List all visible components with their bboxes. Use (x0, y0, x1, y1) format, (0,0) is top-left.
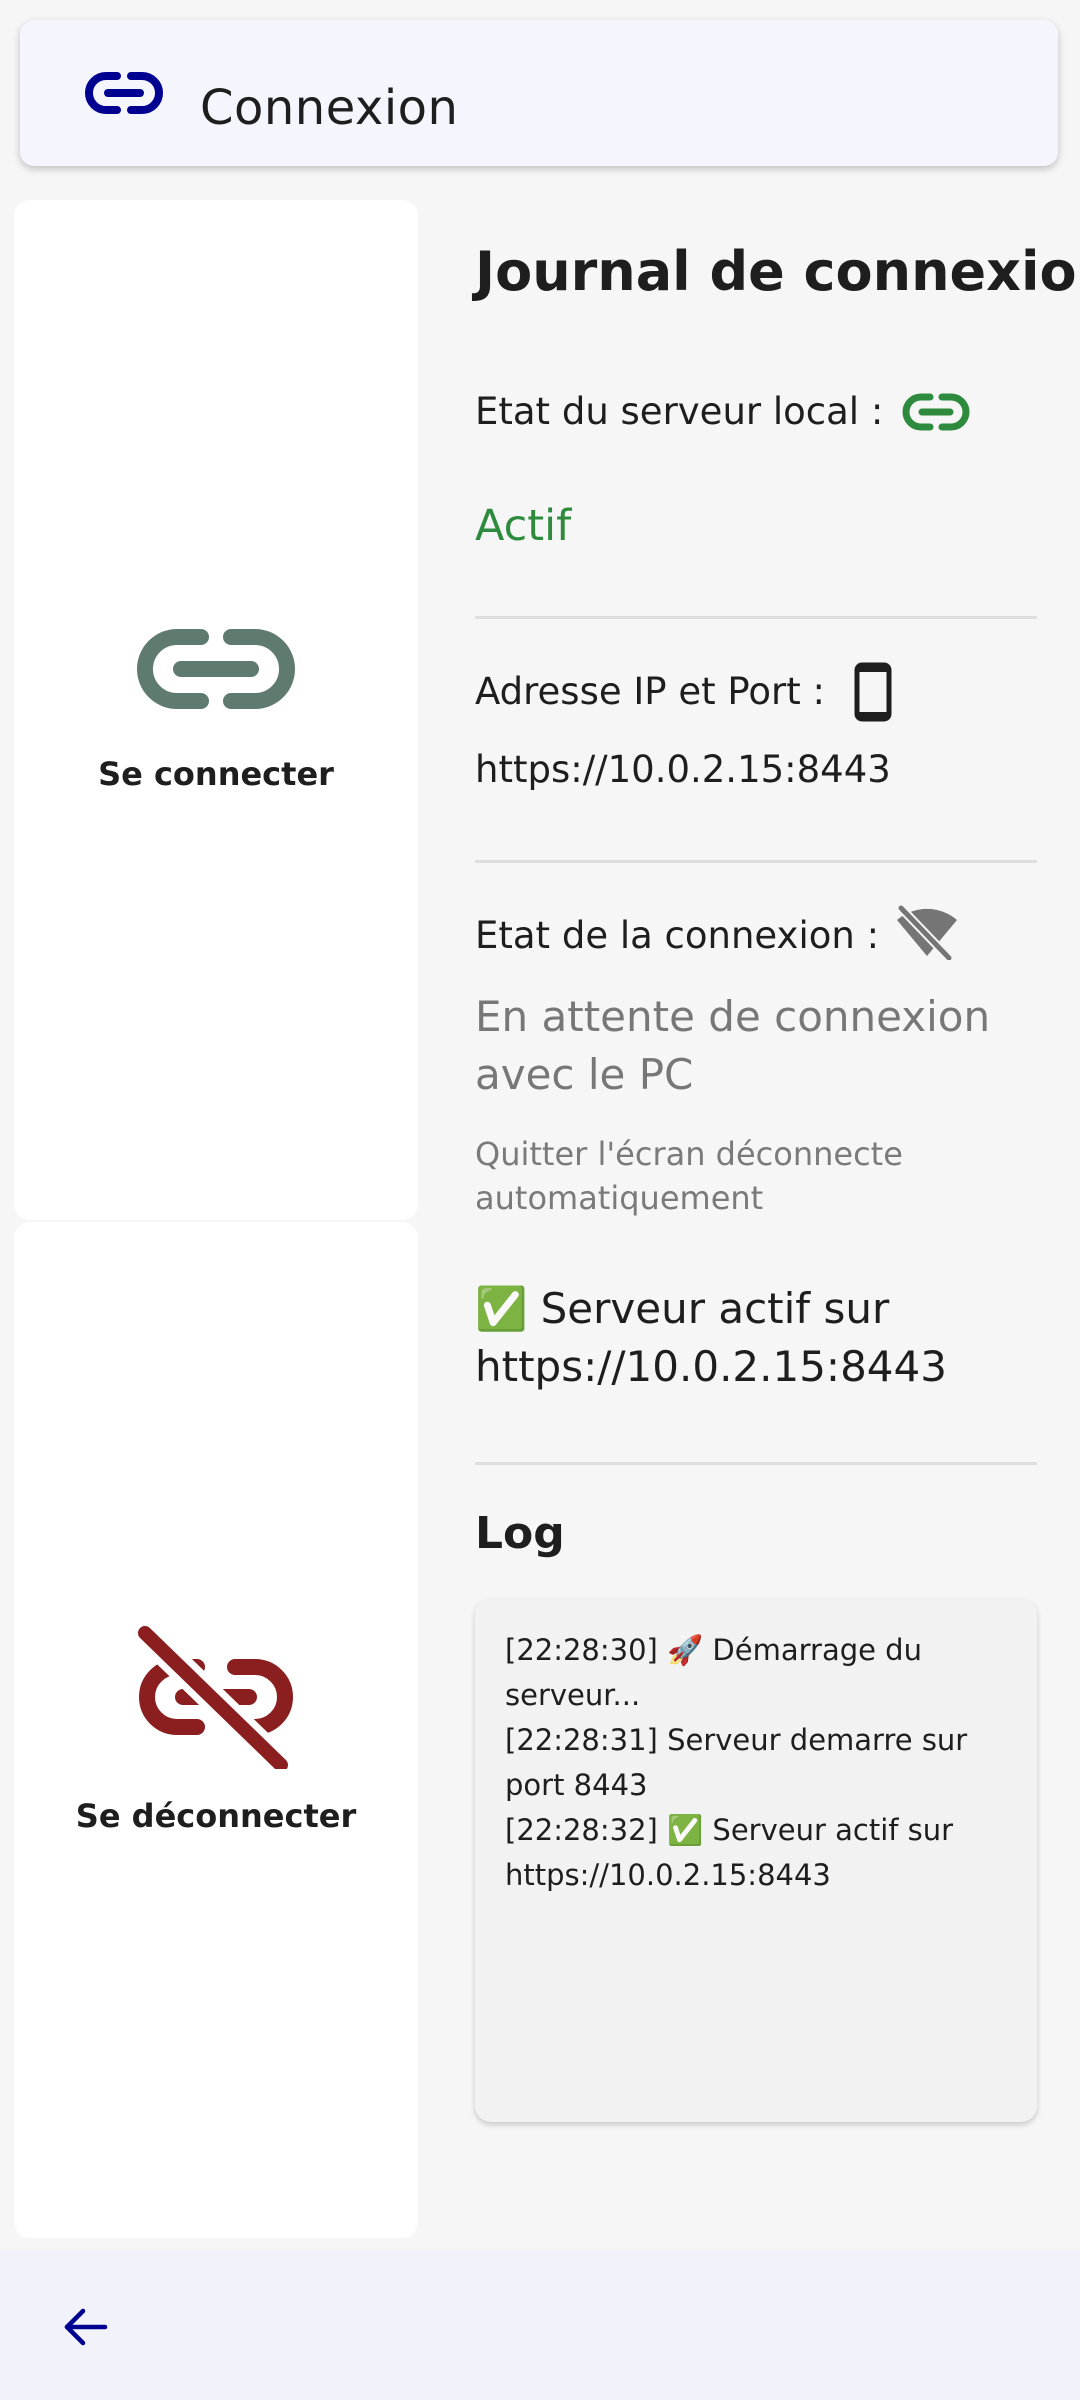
divider (475, 1462, 1037, 1465)
back-button[interactable] (50, 2292, 120, 2362)
server-state-label: Etat du serveur local : (475, 390, 884, 433)
log-box[interactable]: [22:28:30] 🚀 Démarrage du serveur... [22… (475, 1598, 1037, 2122)
link-icon (85, 72, 163, 114)
log-line: [22:28:30] 🚀 Démarrage du serveur... (505, 1633, 922, 1712)
ip-value: https://10.0.2.15:8443 (475, 748, 891, 791)
divider (475, 860, 1037, 863)
connect-label: Se connecter (98, 755, 334, 793)
wifi-off-icon (896, 904, 957, 960)
link-icon (902, 393, 970, 431)
connection-state-label: Etat de la connexion : (475, 914, 880, 957)
page-title: Connexion (200, 80, 459, 136)
connection-hint: Quitter l'écran déconnecte automatiqueme… (475, 1135, 903, 1217)
bottom-bar (0, 2250, 1080, 2400)
log-title: Log (475, 1508, 565, 1559)
disconnect-label: Se déconnecter (75, 1797, 357, 1835)
ip-label: Adresse IP et Port : (475, 670, 825, 713)
link-off-icon (135, 1625, 295, 1769)
smartphone-icon (854, 662, 892, 722)
app-bar: Connexion (20, 20, 1058, 166)
log-line: [22:28:32] ✅ Serveur actif sur https://1… (505, 1813, 954, 1892)
connection-state-value: En attente de connexion avec le PC (475, 992, 991, 1099)
journal-title: Journal de connexion (475, 240, 1080, 303)
disconnect-button[interactable]: Se déconnecter (14, 1222, 418, 2238)
server-state-value: Actif (475, 501, 572, 551)
divider (475, 616, 1037, 619)
link-icon (137, 629, 295, 709)
log-line: [22:28:31] Serveur demarre sur port 8443 (505, 1723, 968, 1802)
server-status-message: ✅ Serveur actif sur https://10.0.2.15:84… (475, 1284, 947, 1391)
connect-button[interactable]: Se connecter (14, 200, 418, 1220)
arrow-back-icon (64, 2308, 108, 2346)
